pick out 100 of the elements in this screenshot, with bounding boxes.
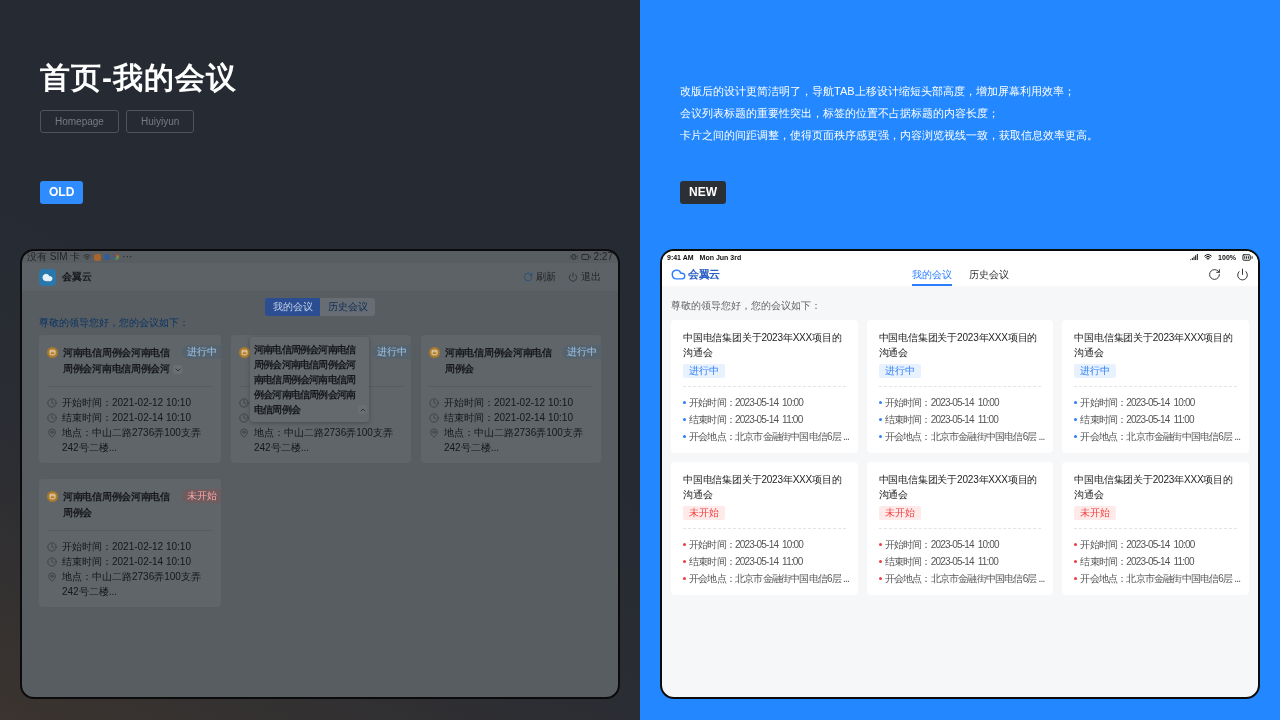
meeting-info: 开会地点：北京市金融街中国电信6层 ... <box>689 430 849 444</box>
dot-icon <box>1074 418 1078 421</box>
meeting-info: 开始时间：2023-05-14 10:00 <box>689 538 804 552</box>
power-button[interactable] <box>1236 268 1249 281</box>
dot-icon <box>1074 401 1078 404</box>
meeting-time: 结束时间：2021-02-14 10:10 <box>62 411 191 425</box>
meeting-time: 开始时间：2021-02-12 10:10 <box>444 396 573 410</box>
meeting-card[interactable]: 中国电信集团关于2023年XXX项目的沟通会 进行中 开始时间：2023-05-14 10:00 结束时间：2023-05-14 11:00 开会地点：北京市金融街中国电信6层 ... <box>671 320 858 453</box>
status-tag: 进行中 <box>878 364 921 378</box>
dot-icon <box>683 418 686 421</box>
meeting-card[interactable]: 中国电信集团关于2023年XXX项目的沟通会 未开始 开始时间：2023-05-14 10:00 结束时间：2023-05-14 11:00 开会地点：北京市金融街中国电信6层 ... <box>866 462 1054 595</box>
keyword-tag: Homepage <box>40 110 119 133</box>
dot-icon <box>104 254 111 260</box>
meeting-title: 中国电信集团关于2023年XXX项目的沟通会 <box>1074 473 1234 502</box>
power-icon <box>1236 268 1249 281</box>
meeting-info: 开始时间：2023-05-14 10:00 <box>884 396 999 410</box>
dot-icon <box>683 560 686 563</box>
dot-icon <box>878 560 882 563</box>
meeting-info: 开会地点：北京市金融街中国电信6层 ... <box>884 430 1045 444</box>
tab[interactable]: 历史会议 <box>968 263 1009 286</box>
map-pin-icon <box>429 427 439 438</box>
wifi-icon <box>1204 253 1213 261</box>
dot-icon <box>1074 577 1078 580</box>
meeting-info: 开始时间：2023-05-14 10:00 <box>884 538 999 552</box>
meeting-info: 结束时间：2023-05-14 11:00 <box>1080 555 1194 569</box>
meeting-time: 开始时间：2021-02-12 10:10 <box>62 540 191 554</box>
meeting-info: 开会地点：北京市金融街中国电信6层 ... <box>689 572 849 586</box>
meeting-info: 开始时间：2023-05-14 10:00 <box>1080 396 1195 410</box>
dot-icon <box>683 543 686 546</box>
dot-icon <box>683 401 686 404</box>
meeting-card[interactable]: 中国电信集团关于2023年XXX项目的沟通会 进行中 开始时间：2023-05-14 10:00 结束时间：2023-05-14 11:00 开会地点：北京市金融街中国电信6层 ... <box>866 320 1054 453</box>
refresh-icon <box>1208 268 1221 281</box>
app-name: 会翼云 <box>62 270 92 284</box>
status-tag: 未开始 <box>1074 506 1117 520</box>
more-text: ··· <box>122 251 133 263</box>
battery-icon <box>580 252 591 262</box>
meeting-card[interactable]: 中国电信集团关于2023年XXX项目的沟通会 进行中 开始时间：2023-05-14 10:00 结束时间：2023-05-14 11:00 开会地点：北京市金融街中国电信6层 ... <box>1062 320 1249 453</box>
meeting-info: 结束时间：2023-05-14 11:00 <box>689 555 803 569</box>
clock-icon <box>47 397 57 408</box>
clock-icon <box>239 397 249 408</box>
calendar-icon <box>47 491 58 502</box>
meeting-info: 结束时间：2023-05-14 11:00 <box>884 413 999 427</box>
refresh-button[interactable] <box>1208 268 1221 281</box>
status-tag: 未开始 <box>182 489 221 503</box>
meeting-title: 中国电信集团关于2023年XXX项目的沟通会 <box>683 473 843 502</box>
status-tag: 进行中 <box>562 345 601 359</box>
expand-button[interactable] <box>173 365 182 374</box>
dot-icon <box>878 577 882 580</box>
collapse-button[interactable] <box>358 405 367 414</box>
design-note: 卡片之间的间距调整，使得页面秩序感更强，内容浏览视线一致，获取信息效率更高。 <box>680 128 1098 143</box>
cloud-logo-icon <box>671 267 686 282</box>
meeting-time: 开始时间：2021-02-12 10:10 <box>62 396 191 410</box>
meeting-time: 结束时间：2021-02-14 10:10 <box>62 555 191 569</box>
meeting-title: 中国电信集团关于2023年XXX项目的沟通会 <box>683 331 843 360</box>
app-icon <box>94 253 102 261</box>
status-tag: 进行中 <box>372 345 411 359</box>
app-name: 会翼云 <box>688 267 720 282</box>
meeting-card[interactable]: 中国电信集团关于2023年XXX项目的沟通会 未开始 开始时间：2023-05-14 10:00 结束时间：2023-05-14 11:00 开会地点：北京市金融街中国电信6层 ... <box>671 462 858 595</box>
version-badge: NEW <box>680 181 726 204</box>
clock-icon <box>47 412 57 423</box>
clock-icon <box>239 412 249 423</box>
meeting-info: 结束时间：2023-05-14 11:00 <box>689 413 803 427</box>
dot-icon <box>878 418 882 421</box>
status-tag: 进行中 <box>1074 364 1117 378</box>
map-pin-icon <box>239 427 249 438</box>
signal-icon <box>1190 253 1199 261</box>
meeting-title: 中国电信集团关于2023年XXX项目的沟通会 <box>878 331 1039 360</box>
meeting-info: 开会地点：北京市金融街中国电信6层 ... <box>1080 572 1241 586</box>
calendar-icon <box>429 347 440 358</box>
cloud-logo-icon <box>39 268 56 286</box>
map-pin-icon <box>47 571 57 582</box>
clock-icon <box>47 556 57 567</box>
meeting-card[interactable]: 中国电信集团关于2023年XXX项目的沟通会 未开始 开始时间：2023-05-14 10:00 结束时间：2023-05-14 11:00 开会地点：北京市金融街中国电信6层 ... <box>1062 462 1249 595</box>
version-badge: OLD <box>40 181 84 204</box>
meeting-time: 结束时间：2021-02-14 10:10 <box>444 411 573 425</box>
dot-icon <box>878 543 882 546</box>
color-wheel-icon <box>113 254 120 260</box>
clock-time: 2:27 <box>593 251 613 263</box>
dot-icon <box>1074 543 1078 546</box>
dot-icon <box>1074 560 1078 563</box>
vibrate-icon <box>569 253 578 261</box>
design-note: 改版后的设计更简洁明了，导航TAB上移设计缩短头部高度，增加屏幕利用效率； <box>680 84 1076 99</box>
status-tag: 进行中 <box>182 345 221 359</box>
dot-icon <box>878 401 882 404</box>
slide-title: 首页-我的会议 <box>40 60 237 96</box>
status-tag: 未开始 <box>878 506 921 520</box>
clock-icon <box>429 412 439 423</box>
meeting-info: 开会地点：北京市金融街中国电信6层 ... <box>1080 430 1241 444</box>
tab[interactable]: 我的会议 <box>265 298 320 316</box>
refresh-icon <box>523 272 533 282</box>
meeting-title: 河南电信周例会河南电信周例会河南电信周例会河南电信周例会河南电信周例会河南电信周例会河南电信周例会 <box>254 343 356 417</box>
calendar-icon <box>239 347 250 358</box>
meeting-info: 结束时间：2023-05-14 11:00 <box>1080 413 1194 427</box>
tab[interactable]: 我的会议 <box>911 263 952 286</box>
status-tag: 未开始 <box>683 506 725 520</box>
meeting-title: 河南电信周例会河南电信周例会 <box>445 346 553 376</box>
power-icon <box>568 272 578 282</box>
greeting-text: 尊敬的领导您好，您的会议如下： <box>39 317 190 329</box>
dot-icon <box>878 435 882 438</box>
map-pin-icon <box>47 427 57 438</box>
